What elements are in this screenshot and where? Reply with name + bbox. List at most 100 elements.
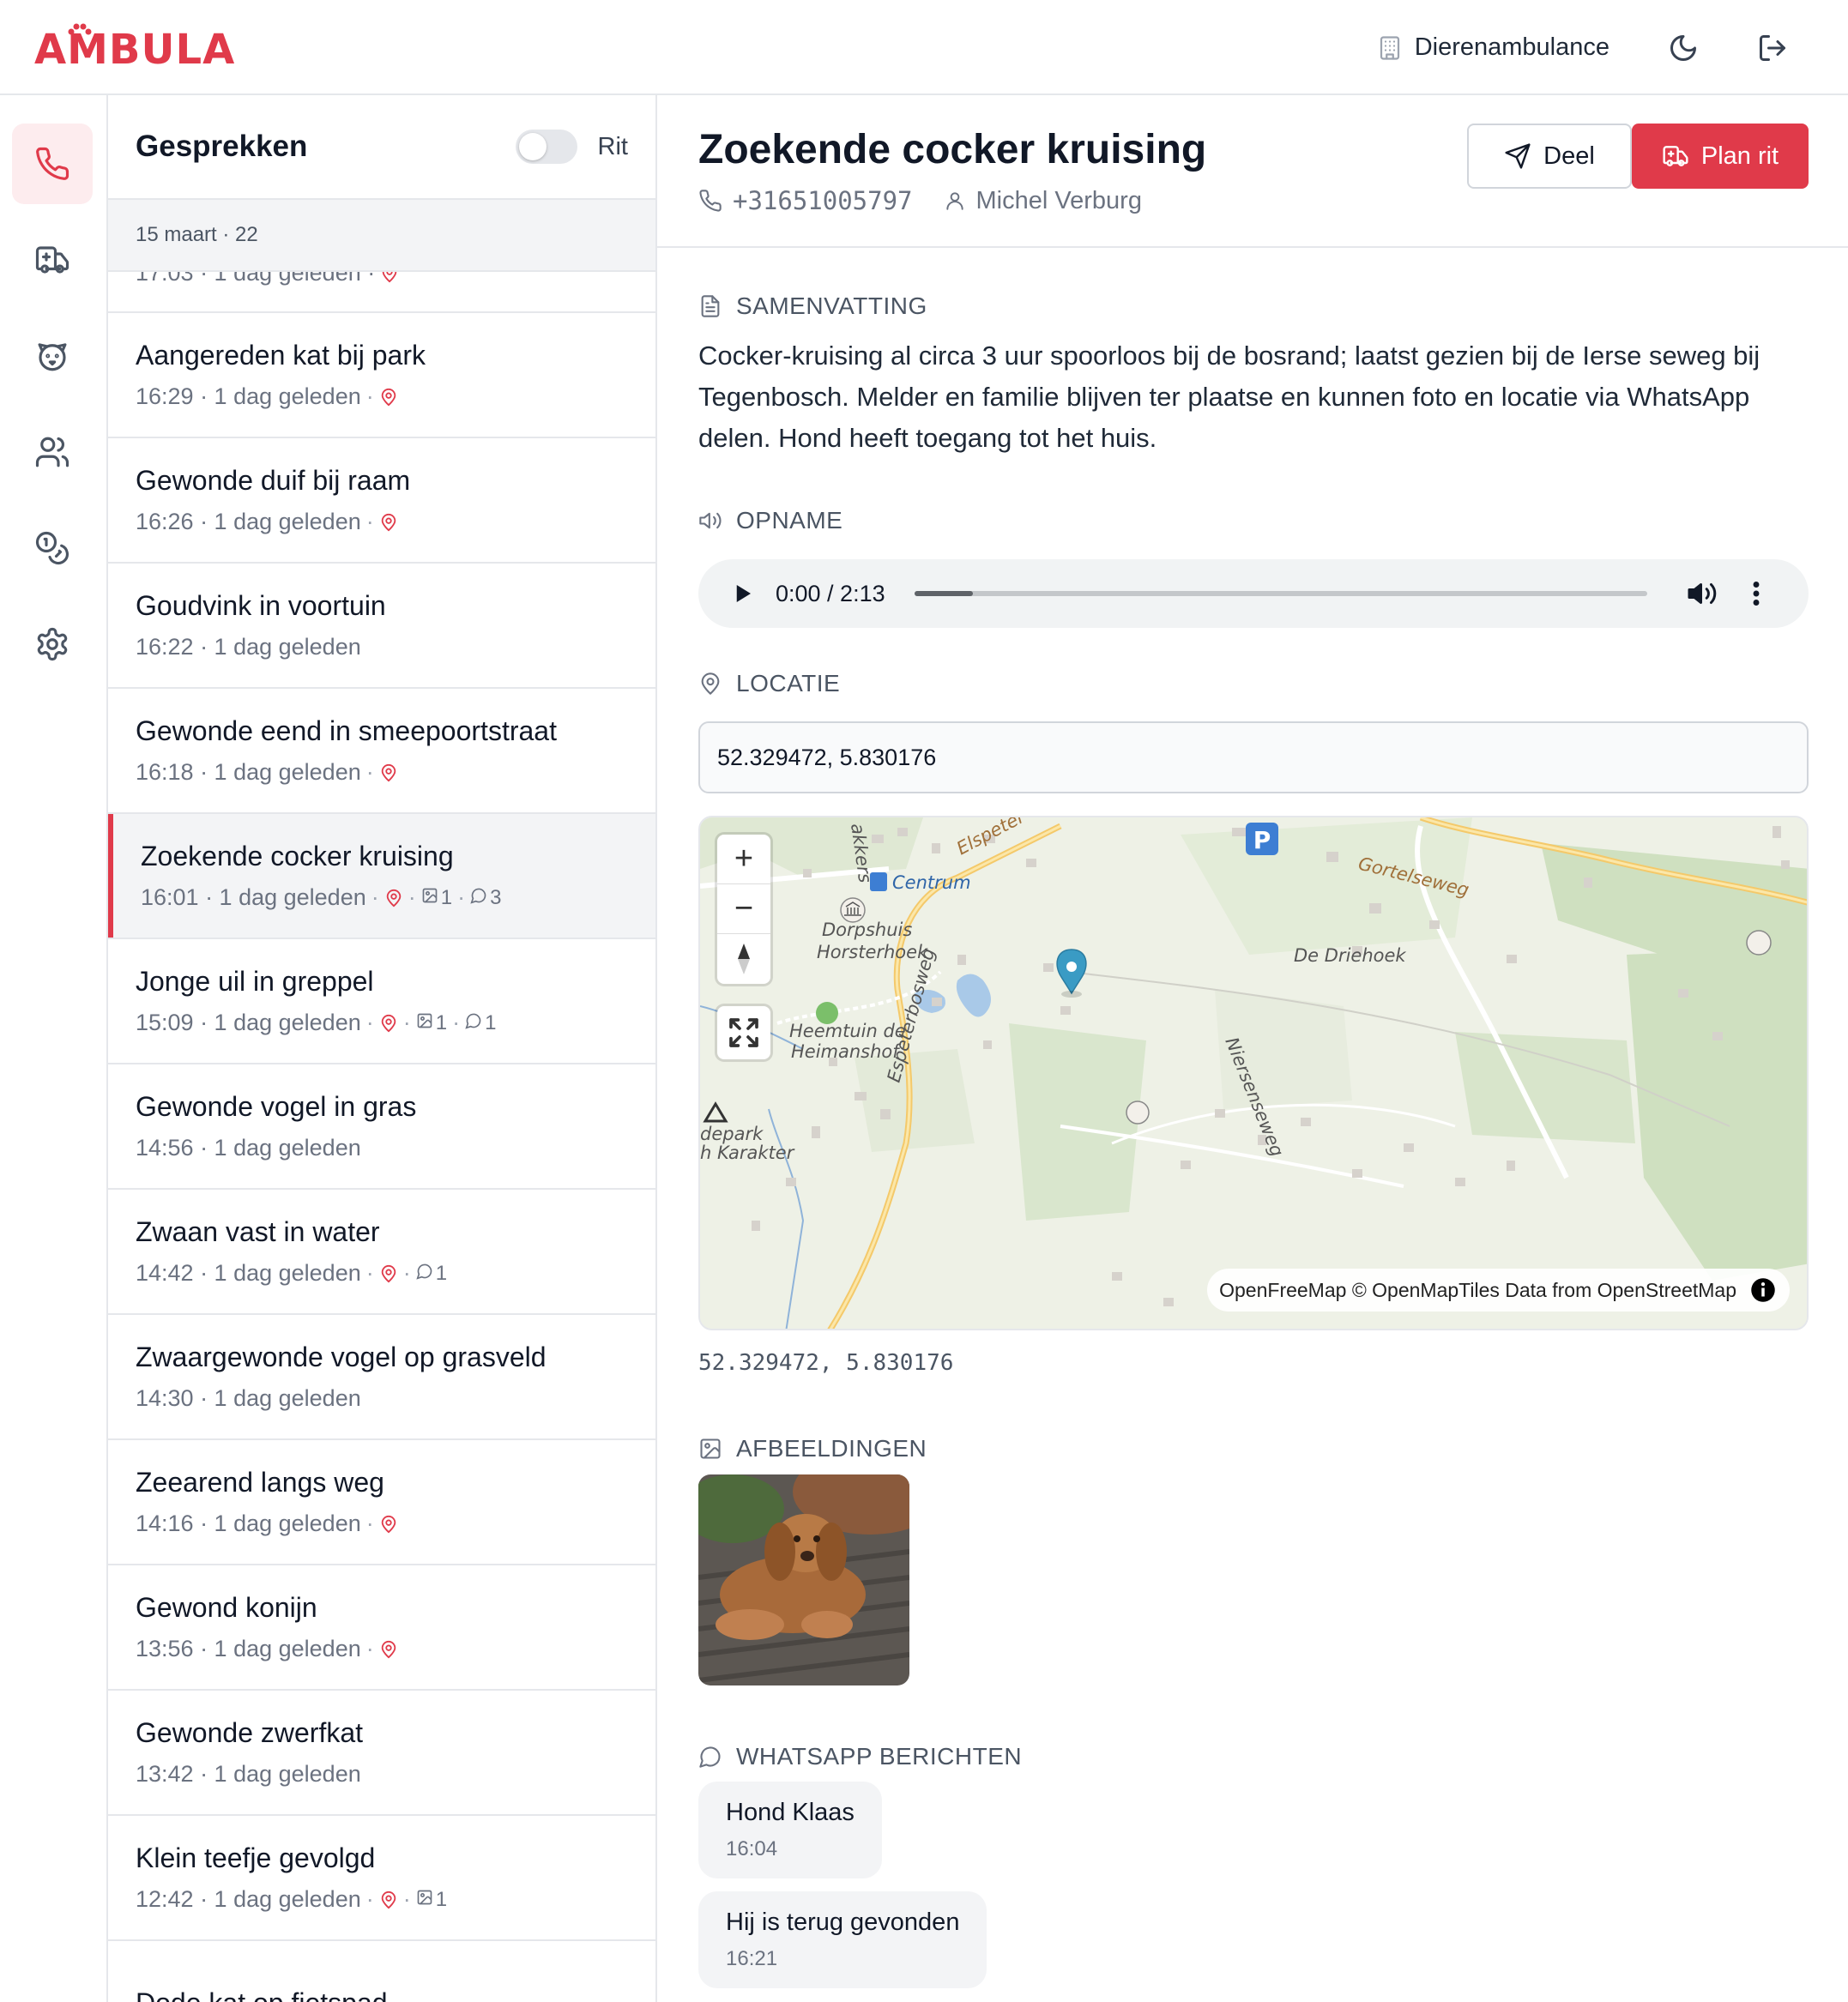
whatsapp-message: Hond Klaas 16:04 (698, 1782, 882, 1878)
location-pin-icon (384, 889, 403, 908)
image-count: 1 (421, 886, 452, 910)
theme-toggle-button[interactable] (1664, 29, 1702, 67)
audio-player: 0:00 / 2:13 (698, 559, 1809, 628)
list-item-title: Gewonde duif bij raam (136, 465, 411, 496)
conversation-list-item[interactable]: Zeearend langs weg 14:16 · 1 dag geleden · (108, 1440, 655, 1565)
ambulance-icon (35, 246, 69, 274)
conversation-list-item[interactable]: Gewonde eend in smeepoortstraat 16:18 · 1… (108, 689, 655, 814)
list-item-partial[interactable]: 17:03 · 1 dag geleden · (108, 272, 655, 313)
rit-toggle-label: Rit (597, 132, 628, 160)
building-icon (1380, 35, 1399, 60)
dog-photo (698, 1474, 909, 1685)
animal-icon (38, 343, 67, 371)
conversation-list-item[interactable]: Gewonde duif bij raam 16:26 · 1 dag geled… (108, 438, 655, 564)
location-pin-icon (379, 1515, 398, 1534)
location-pin-icon (379, 1264, 398, 1283)
list-item-meta: 15:09 · 1 dag geleden · · 1 · 1 (136, 1010, 497, 1035)
location-input[interactable] (698, 721, 1809, 793)
conversation-list-item[interactable]: Dode kat op fietspad (108, 1941, 655, 2002)
conversation-list-item[interactable]: Gewonde zwerfkat 13:42 · 1 dag geleden (108, 1691, 655, 1816)
list-item-time: 15:09 · 1 dag geleden (136, 1010, 361, 1035)
rit-toggle[interactable] (515, 130, 577, 164)
ambulance-icon (1663, 146, 1688, 166)
share-button[interactable]: Deel (1467, 124, 1632, 189)
nav-calls[interactable] (12, 124, 93, 204)
fullscreen-icon (729, 1018, 758, 1047)
caller-name: Michel Verburg (975, 186, 1142, 214)
list-item-title: Gewond konijn (136, 1592, 317, 1623)
image-count-value: 1 (440, 885, 453, 909)
list-item-time: 12:42 · 1 dag geleden (136, 1886, 361, 1912)
summary-text: Cocker-kruising al circa 3 uur spoorloos… (698, 341, 1760, 453)
nav-users[interactable] (12, 412, 93, 492)
logout-button[interactable] (1754, 29, 1791, 67)
list-title: Gesprekken (136, 130, 308, 163)
compass-icon (738, 944, 750, 974)
map-label-karakter: h Karakter (700, 1143, 795, 1163)
coordinates-text: 52.329472, 5.830176 (698, 1350, 954, 1376)
play-icon[interactable] (729, 581, 755, 606)
coins-icon (35, 531, 69, 565)
list-item-title: Zeearend langs weg (136, 1467, 384, 1498)
map-label-heemtuin2: Heimanshof (791, 1041, 902, 1062)
list-item-title: Gewonde zwerfkat (136, 1717, 364, 1748)
list-item-title: Gewonde eend in smeepoortstraat (136, 715, 557, 746)
conversation-list-item[interactable]: Goudvink in voortuin 16:22 · 1 dag gelede… (108, 564, 655, 689)
image-count-icon (416, 1011, 433, 1035)
message-count-icon (465, 1011, 482, 1035)
nav-animals[interactable] (12, 316, 93, 396)
list-item-time: 16:01 · 1 dag geleden (141, 884, 366, 910)
location-pin-icon (701, 672, 720, 695)
plan-ride-label: Plan rit (1700, 142, 1779, 170)
compass-button[interactable] (717, 934, 770, 984)
moon-icon (1670, 34, 1696, 61)
fullscreen-button[interactable] (717, 1006, 770, 1059)
list-item-time: 16:26 · 1 dag geleden (136, 509, 361, 534)
info-icon[interactable] (1750, 1277, 1776, 1303)
map-zoom-controls: + − (717, 835, 770, 984)
summary-heading: SAMENVATTING (698, 292, 927, 320)
list-item-time: 13:42 · 1 dag geleden (136, 1761, 361, 1787)
list-item-title: Zwaargewonde vogel op grasveld (136, 1342, 547, 1372)
conversation-list-panel: Gesprekken Rit 15 maart · 22 17:03 · 1 d… (108, 95, 657, 2002)
more-options-icon[interactable] (1743, 578, 1769, 609)
location-heading: LOCATIE (698, 670, 840, 697)
conversation-items: Aangereden kat bij park 16:29 · 1 dag gel… (108, 313, 655, 2002)
conversation-list-item[interactable]: Zwaargewonde vogel op grasveld 14:30 · 1 … (108, 1315, 655, 1440)
map-attribution: OpenFreeMap © OpenMapTiles Data from Ope… (1207, 1269, 1790, 1312)
detail-header: Zoekende cocker kruising +31651005797 Mi… (657, 95, 1848, 248)
recording-heading: OPNAME (698, 507, 842, 534)
map-label-heemtuin1: Heemtuin de (789, 1021, 906, 1041)
location-pin-icon (379, 763, 398, 782)
zoom-in-button[interactable]: + (717, 835, 770, 884)
location-map[interactable]: P Centrum Dorpshuis Horsterhoek Heemtuin… (698, 816, 1809, 1330)
conversation-list-item[interactable]: Gewond konijn 13:56 · 1 dag geleden · (108, 1565, 655, 1691)
conversation-list-item[interactable]: Zoekende cocker kruising 16:01 · 1 dag ge… (108, 814, 655, 939)
map-canvas: P Centrum Dorpshuis Horsterhoek Heemtuin… (700, 817, 1807, 1329)
nav-rail (0, 95, 108, 2002)
list-item-time: 14:42 · 1 dag geleden (136, 1260, 361, 1286)
nav-settings[interactable] (12, 604, 93, 684)
app-logo[interactable]: AMBULA (34, 23, 235, 75)
zoom-out-button[interactable]: − (717, 884, 770, 934)
message-count-value: 1 (485, 1010, 497, 1034)
logout-icon (1760, 34, 1785, 61)
nav-finance[interactable] (12, 508, 93, 588)
list-item-meta: 14:56 · 1 dag geleden (136, 1135, 628, 1161)
conversation-list-item[interactable]: Gewonde vogel in gras 14:56 · 1 dag geled… (108, 1064, 655, 1190)
caller-phone[interactable]: +31651005797 (733, 186, 913, 215)
conversation-list-item[interactable]: Jonge uil in greppel 15:09 · 1 dag gelede… (108, 939, 655, 1064)
message-count-value: 3 (490, 885, 502, 909)
list-item-meta: 12:42 · 1 dag geleden · · 1 (136, 1886, 448, 1912)
plan-ride-button[interactable]: Plan rit (1632, 124, 1809, 189)
speaker-icon (699, 512, 722, 529)
volume-icon[interactable] (1687, 578, 1718, 609)
audio-seek-bar[interactable] (914, 591, 1647, 596)
organization-selector[interactable]: Dierenambulance (1377, 33, 1609, 62)
conversation-list-item[interactable]: Zwaan vast in water 14:42 · 1 dag geleden… (108, 1190, 655, 1315)
conversation-list-item[interactable]: Aangereden kat bij park 16:29 · 1 dag gel… (108, 313, 655, 438)
map-label-horsterhoek: Horsterhoek (817, 942, 928, 962)
conversation-list-item[interactable]: Klein teefje gevolgd 12:42 · 1 dag gelede… (108, 1816, 655, 1941)
nav-rides[interactable] (12, 220, 93, 300)
image-thumbnail[interactable] (698, 1474, 909, 1685)
